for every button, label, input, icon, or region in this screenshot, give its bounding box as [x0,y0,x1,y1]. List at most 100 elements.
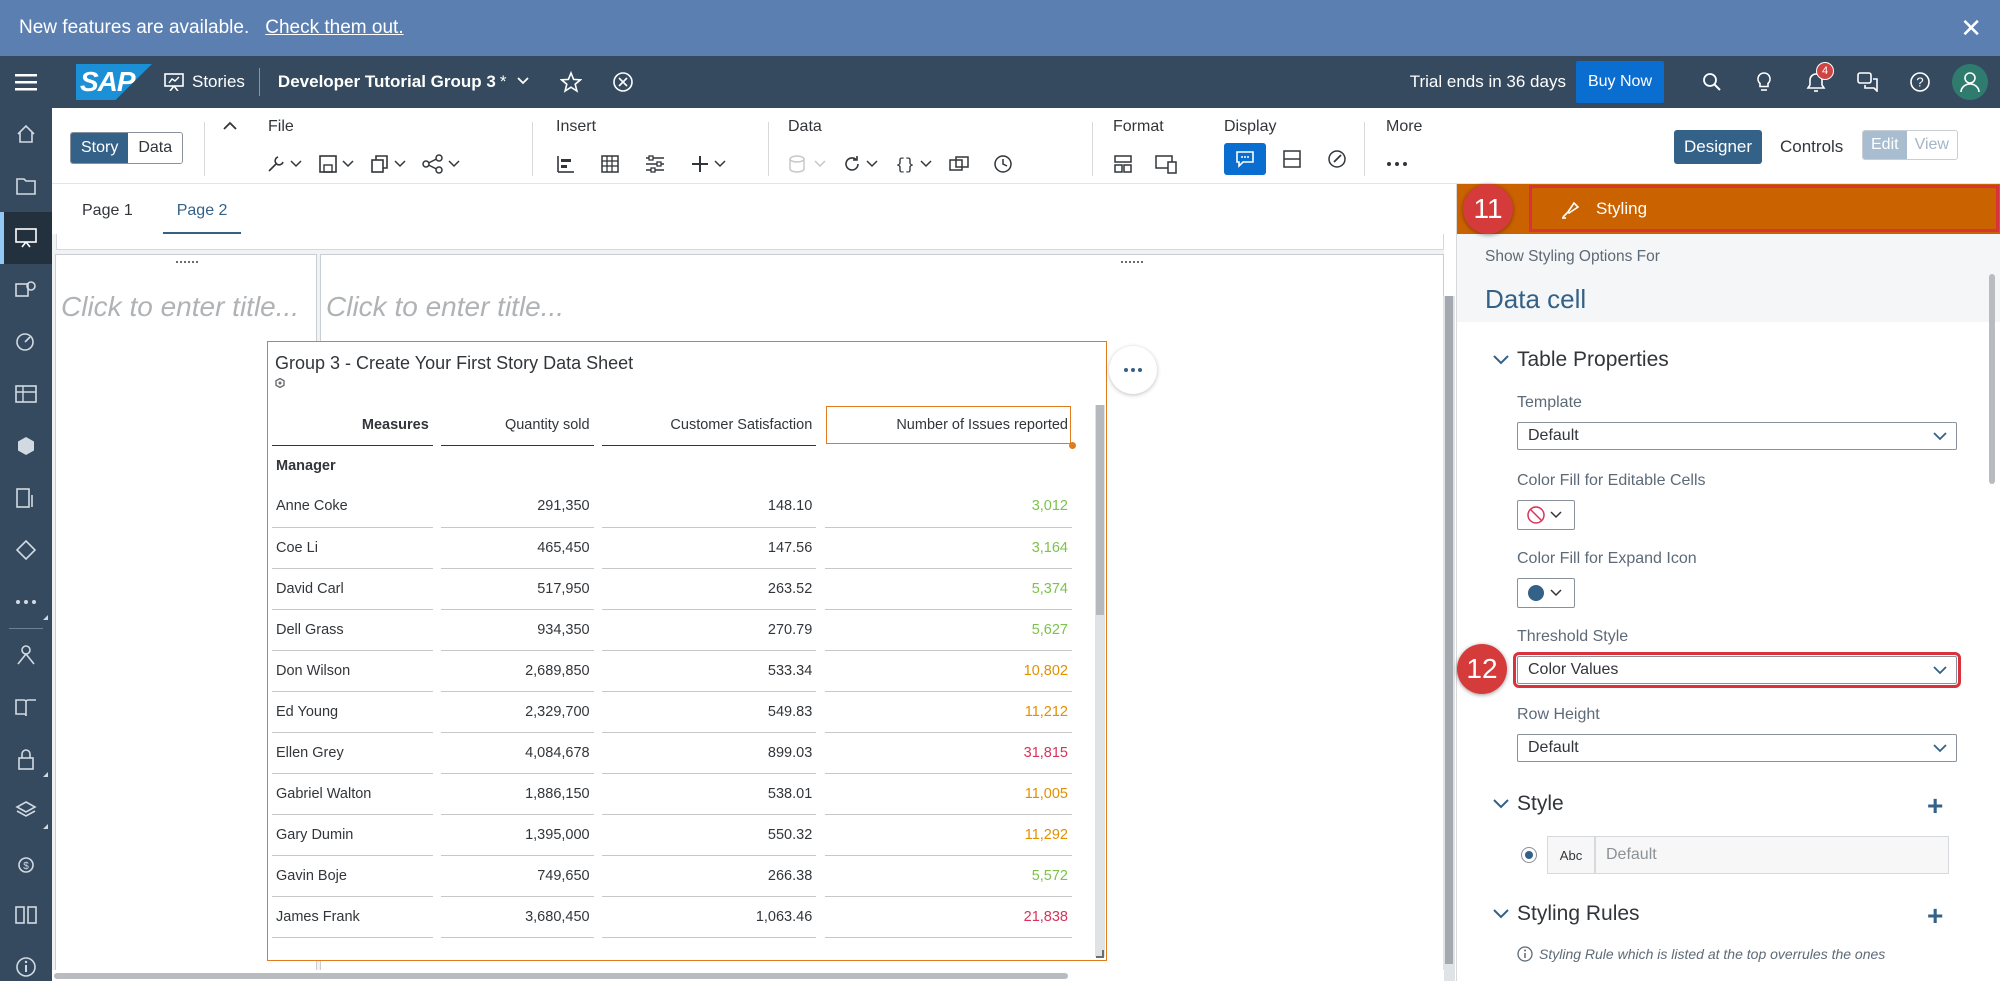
issues-cell[interactable]: 21,838 [824,896,1072,938]
style-section[interactable]: Style [1493,792,1564,816]
column-header[interactable]: Customer Satisfaction [601,405,817,446]
satisfaction-cell[interactable]: 550.32 [601,814,817,856]
widget-resize-handle[interactable] [1096,950,1104,958]
close-icon[interactable]: ✕ [1960,13,1982,44]
satisfaction-cell[interactable]: 266.38 [601,855,817,897]
satisfaction-cell[interactable]: 148.10 [601,486,817,528]
catalog-icon[interactable] [0,889,52,941]
learning-icon[interactable] [0,681,52,733]
star-icon[interactable] [560,71,583,93]
issues-cell[interactable]: 3,012 [824,486,1072,528]
title-placeholder[interactable]: Click to enter title... [326,291,564,323]
menu-icon[interactable] [0,56,52,108]
device-preview-icon[interactable] [1155,148,1177,180]
issues-cell[interactable]: 31,815 [824,732,1072,774]
discussions-icon[interactable] [1842,56,1894,108]
bell-icon[interactable]: 4 [1790,56,1842,108]
satisfaction-cell[interactable]: 549.83 [601,691,817,733]
copy-icon[interactable] [370,148,406,180]
tools-icon[interactable] [266,148,302,180]
budget-icon[interactable]: $ [0,837,52,889]
manager-cell[interactable]: Dell Grass [272,609,433,651]
scroll-thumb[interactable] [1096,405,1104,615]
stories-nav[interactable]: Stories [164,72,245,92]
layout-icon[interactable] [1113,148,1133,180]
lightbulb-icon[interactable] [1738,56,1790,108]
satisfaction-cell[interactable]: 1,063.46 [601,896,817,938]
buy-now-button[interactable]: Buy Now [1575,61,1664,103]
tab-page-2[interactable]: Page 2 [162,202,242,234]
connections-icon[interactable] [0,524,52,576]
manager-cell[interactable]: Ellen Grey [272,732,433,774]
styling-rules-section[interactable]: Styling Rules [1493,902,1640,926]
performance-icon[interactable] [1326,143,1348,175]
table-scrollbar[interactable] [1095,405,1105,957]
user-avatar[interactable] [1952,64,1988,100]
stories-icon[interactable] [0,212,52,264]
issues-cell[interactable]: 11,005 [824,773,1072,815]
quantity-cell[interactable]: 934,350 [441,609,594,651]
drag-handle-icon[interactable] [1121,261,1143,264]
view-mode-button[interactable]: View [1907,131,1957,159]
quantity-cell[interactable]: 1,395,000 [441,814,594,856]
close-story-icon[interactable] [612,71,634,93]
canvas-horizontal-scrollbar[interactable] [52,970,1444,981]
satisfaction-cell[interactable]: 899.03 [601,732,817,774]
issues-cell[interactable]: 5,572 [824,855,1072,897]
collapse-toolbar-icon[interactable] [222,118,238,136]
manager-cell[interactable]: Ed Young [272,691,433,733]
issues-cell[interactable]: 5,627 [824,609,1072,651]
issues-cell[interactable]: 11,212 [824,691,1072,733]
quantity-cell[interactable]: 517,950 [441,568,594,610]
resize-handle[interactable] [1069,442,1076,449]
quantity-cell[interactable]: 465,450 [441,527,594,569]
column-header-selected[interactable]: Number of Issues reported [825,405,1076,449]
modeler-icon[interactable] [0,420,52,472]
table-title[interactable]: Group 3 - Create Your First Story Data S… [275,353,633,374]
transport-icon[interactable] [0,785,52,837]
more-options-icon[interactable] [1386,148,1408,180]
grid-view-icon[interactable] [1282,143,1302,175]
comment-icon[interactable] [1224,143,1266,175]
help-icon[interactable]: ? [1894,56,1946,108]
controls-button[interactable]: Controls [1770,130,1853,164]
chevron-down-icon[interactable] [516,73,530,91]
issues-cell[interactable]: 10,802 [824,650,1072,692]
info-icon[interactable] [0,941,52,981]
datasets-icon[interactable] [0,368,52,420]
quantity-cell[interactable]: 749,650 [441,855,594,897]
template-select[interactable]: Default [1517,422,1957,450]
manager-cell[interactable]: James Frank [272,896,433,938]
manager-cell[interactable]: David Carl [272,568,433,610]
drag-handle-icon[interactable] [176,261,198,264]
add-style-icon[interactable]: + [1927,790,1943,822]
canvas-vertical-scrollbar[interactable] [1443,296,1455,981]
story-mode-button[interactable]: Story [71,133,129,163]
add-icon[interactable] [690,148,726,180]
title-placeholder[interactable]: Click to enter title... [61,291,299,323]
collaboration-icon[interactable] [0,629,52,681]
manager-cell[interactable]: Gabriel Walton [272,773,433,815]
manager-cell[interactable]: Don Wilson [272,650,433,692]
styling-target[interactable]: Data cell [1485,284,1586,315]
quantity-cell[interactable]: 4,084,678 [441,732,594,774]
quantity-cell[interactable]: 291,350 [441,486,594,528]
designer-button[interactable]: Designer [1674,130,1763,164]
satisfaction-cell[interactable]: 533.34 [601,650,817,692]
table-properties-section[interactable]: Table Properties [1493,348,1669,372]
fill-expand-color-picker[interactable] [1517,578,1575,608]
search-icon[interactable] [1686,56,1738,108]
analytic-application-icon[interactable] [0,264,52,316]
widget-more-button[interactable] [1109,346,1157,394]
table-widget[interactable]: Group 3 - Create Your First Story Data S… [267,341,1107,961]
input-control-icon[interactable] [644,148,666,180]
column-header[interactable]: Quantity sold [441,405,594,446]
home-icon[interactable] [0,108,52,160]
issues-cell[interactable]: 5,374 [824,568,1072,610]
satisfaction-cell[interactable]: 263.52 [601,568,817,610]
refresh-icon[interactable] [842,148,878,180]
folder-icon[interactable] [0,160,52,212]
panel-scrollbar[interactable] [1989,274,1995,484]
chart-icon[interactable] [556,148,576,180]
tab-page-1[interactable]: Page 1 [68,202,147,234]
